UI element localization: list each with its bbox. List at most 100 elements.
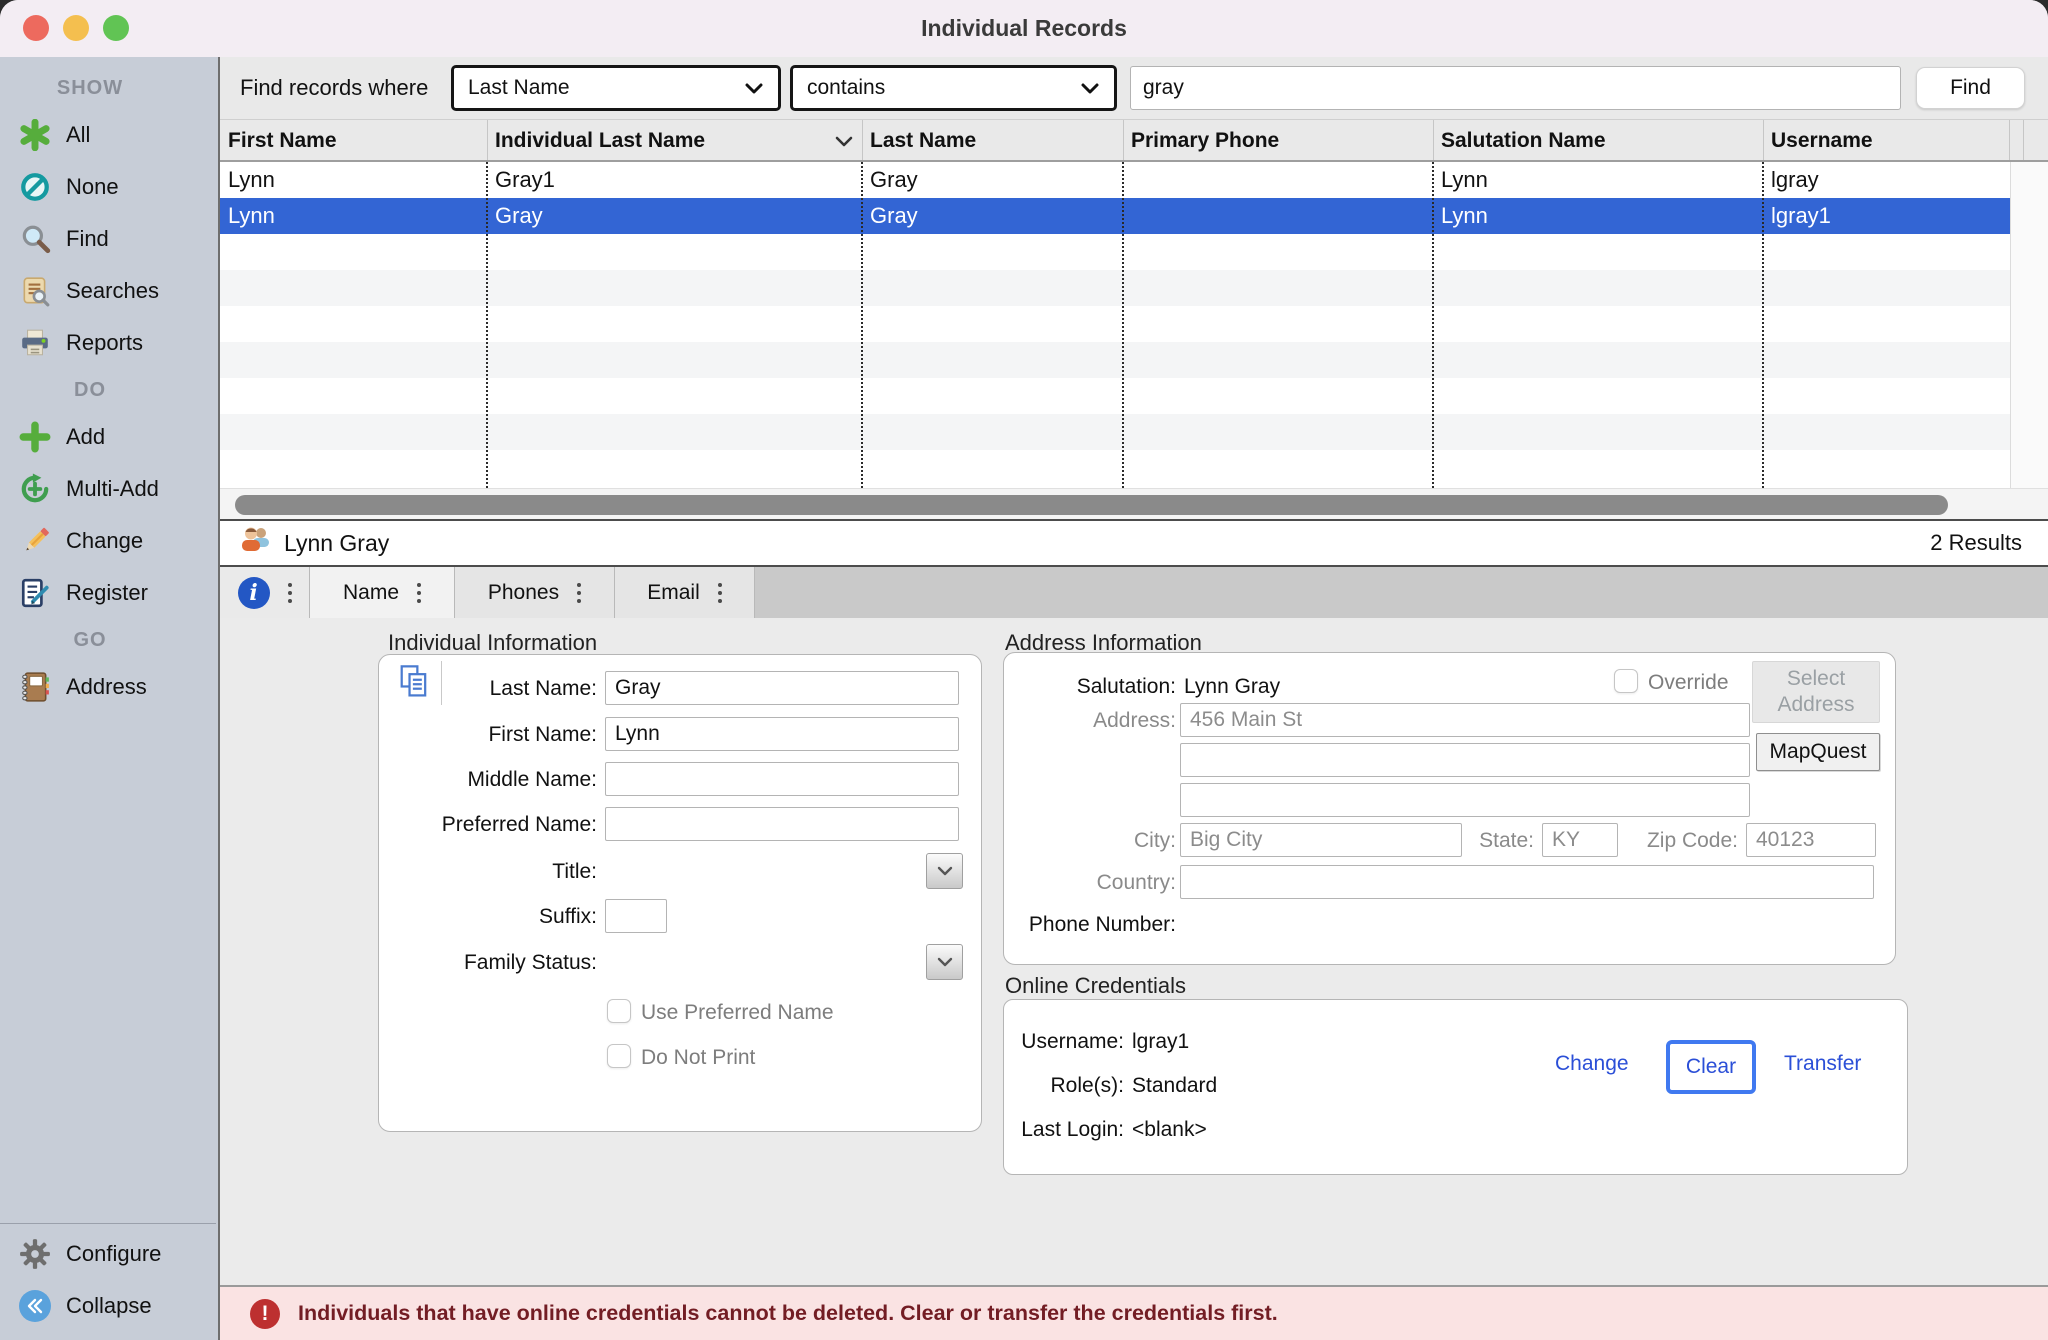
column-header-primary-phone[interactable]: Primary Phone	[1131, 120, 1279, 162]
table-row-empty[interactable]	[220, 414, 2010, 450]
sidebar-item-add[interactable]: Add	[0, 411, 218, 463]
sidebar-item-collapse[interactable]: Collapse	[0, 1280, 216, 1332]
sidebar-item-label: Searches	[66, 278, 159, 304]
address-label: Address:	[1004, 709, 1176, 733]
tab-handle-icon[interactable]	[718, 583, 722, 603]
use-preferred-name-label: Use Preferred Name	[641, 1001, 834, 1025]
find-button[interactable]: Find	[1916, 67, 2025, 109]
suffix-input[interactable]	[605, 899, 667, 933]
plus-icon	[18, 420, 52, 454]
cell-salutation-name: Lynn	[1441, 162, 1756, 198]
sidebar-item-label: Collapse	[66, 1293, 152, 1319]
sidebar-item-configure[interactable]: Configure	[0, 1228, 216, 1280]
chevron-down-icon	[1080, 82, 1100, 95]
zoom-window-button[interactable]	[103, 15, 129, 41]
tab-label: Name	[343, 581, 399, 605]
column-header-salutation-name[interactable]: Salutation Name	[1441, 120, 1606, 162]
cell-individual-last-name: Gray	[495, 198, 855, 234]
sidebar-item-label: Configure	[66, 1241, 161, 1267]
tab-handle-icon[interactable]	[417, 583, 421, 603]
horizontal-scrollbar-track[interactable]	[220, 488, 2048, 521]
override-checkbox[interactable]	[1614, 669, 1638, 693]
do-not-print-label: Do Not Print	[641, 1046, 755, 1070]
sidebar-section-do: DO	[0, 369, 180, 411]
sidebar-item-reports[interactable]: Reports	[0, 317, 218, 369]
middle-name-input[interactable]	[605, 762, 959, 796]
sidebar-item-none[interactable]: None	[0, 161, 218, 213]
sidebar-item-find[interactable]: Find	[0, 213, 218, 265]
override-label: Override	[1648, 671, 1729, 695]
country-input[interactable]	[1180, 865, 1874, 899]
table-row-empty[interactable]	[220, 270, 2010, 306]
zip-code-label: Zip Code:	[1608, 829, 1738, 853]
sidebar-item-searches[interactable]: Searches	[0, 265, 218, 317]
middle-name-label: Middle Name:	[379, 768, 597, 792]
search-operator-dropdown[interactable]: contains	[790, 65, 1117, 111]
table-row-empty[interactable]	[220, 378, 2010, 414]
tab-email[interactable]: Email	[615, 567, 755, 618]
title-label: Title:	[379, 860, 597, 884]
individual-info-panel: Last Name: First Name: Middle Name: Pref…	[378, 654, 982, 1132]
preferred-name-label: Preferred Name:	[379, 813, 597, 837]
first-name-input[interactable]	[605, 717, 959, 751]
sidebar: SHOW All None Find Searches	[0, 57, 220, 1340]
sidebar-item-all[interactable]: All	[0, 109, 218, 161]
state-input[interactable]	[1542, 823, 1618, 857]
tab-handle-icon[interactable]	[288, 583, 292, 603]
sidebar-item-register[interactable]: Register	[0, 567, 218, 619]
last-name-input[interactable]	[605, 671, 959, 705]
select-address-button[interactable]: Select Address	[1752, 661, 1880, 723]
clear-credentials-link[interactable]: Clear	[1666, 1040, 1756, 1094]
tab-handle-icon[interactable]	[577, 583, 581, 603]
minimize-window-button[interactable]	[63, 15, 89, 41]
table-row-empty[interactable]	[220, 342, 2010, 378]
sidebar-item-multi-add[interactable]: Multi-Add	[0, 463, 218, 515]
column-header-first-name[interactable]: First Name	[228, 120, 337, 162]
search-query-input[interactable]	[1130, 66, 1901, 110]
address-line2-input[interactable]	[1180, 743, 1750, 777]
vertical-scrollbar-track[interactable]	[2010, 162, 2048, 488]
close-window-button[interactable]	[23, 15, 49, 41]
use-preferred-name-checkbox[interactable]	[607, 999, 631, 1023]
transfer-credentials-link[interactable]: Transfer	[1784, 1052, 1861, 1076]
address-line1-input[interactable]	[1180, 703, 1750, 737]
cell-last-name: Gray	[870, 198, 1116, 234]
record-detail-area: Individual Information Last Name: First …	[220, 618, 2048, 1285]
sidebar-section-go: GO	[0, 619, 180, 661]
table-row-empty[interactable]	[220, 450, 2010, 486]
sidebar-item-change[interactable]: Change	[0, 515, 218, 567]
mapquest-button[interactable]: MapQuest	[1756, 733, 1880, 771]
first-name-label: First Name:	[379, 723, 597, 747]
results-table-header: First Name Individual Last Name Last Nam…	[220, 120, 2048, 162]
search-field-value: Last Name	[468, 76, 570, 100]
column-header-username[interactable]: Username	[1771, 120, 1873, 162]
table-row-selected[interactable]: Lynn Gray Gray Lynn lgray1	[220, 198, 2010, 234]
column-header-individual-last-name[interactable]: Individual Last Name	[495, 120, 705, 162]
username-value: lgray1	[1132, 1030, 1189, 1054]
record-bar: Lynn Gray 2 Results	[220, 521, 2048, 567]
register-icon	[18, 576, 52, 610]
tab-name[interactable]: Name	[310, 567, 455, 618]
title-dropdown-button[interactable]	[926, 853, 963, 889]
tab-info[interactable]: i	[220, 567, 310, 618]
column-header-last-name[interactable]: Last Name	[870, 120, 976, 162]
person-icon	[238, 524, 274, 562]
title-bar: Individual Records	[0, 0, 2048, 57]
preferred-name-input[interactable]	[605, 807, 959, 841]
tab-phones[interactable]: Phones	[455, 567, 615, 618]
tab-label: Phones	[488, 581, 559, 605]
zip-code-input[interactable]	[1746, 823, 1876, 857]
printer-icon	[18, 326, 52, 360]
error-message: Individuals that have online credentials…	[298, 1301, 1278, 1326]
horizontal-scrollbar-thumb[interactable]	[235, 495, 1948, 515]
change-credentials-link[interactable]: Change	[1555, 1052, 1629, 1076]
sidebar-item-address[interactable]: Address	[0, 661, 218, 713]
table-row-empty[interactable]	[220, 234, 2010, 270]
table-row-empty[interactable]	[220, 306, 2010, 342]
search-field-dropdown[interactable]: Last Name	[451, 65, 781, 111]
address-line3-input[interactable]	[1180, 783, 1750, 817]
table-row[interactable]: Lynn Gray1 Gray Lynn lgray	[220, 162, 2010, 198]
do-not-print-checkbox[interactable]	[607, 1044, 631, 1068]
family-status-dropdown-button[interactable]	[926, 944, 963, 980]
cell-individual-last-name: Gray1	[495, 162, 855, 198]
